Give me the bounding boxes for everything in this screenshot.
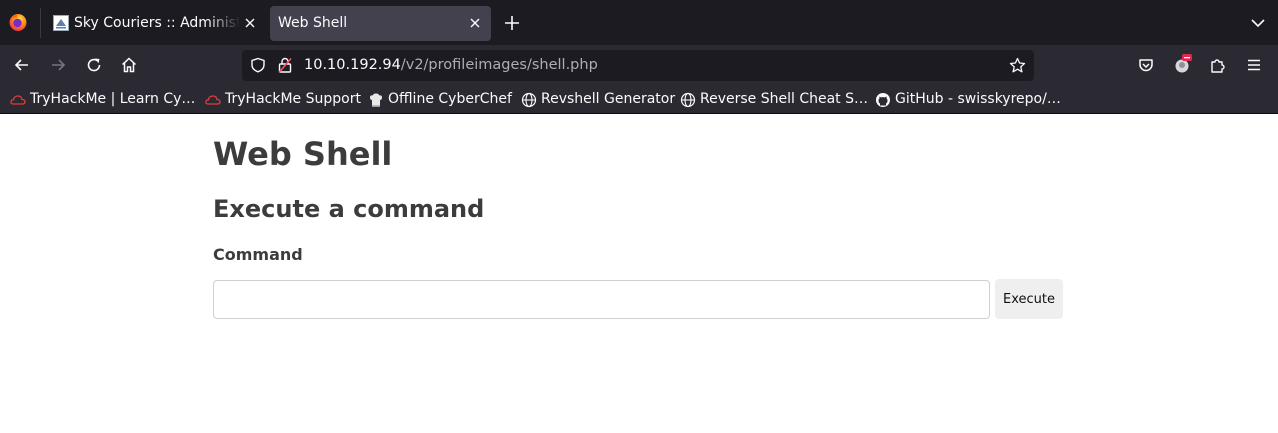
- firefox-logo-icon[interactable]: [8, 12, 28, 32]
- page-content: Web Shell Execute a command Command Exec…: [0, 115, 1278, 433]
- globe-icon: [680, 92, 696, 108]
- section-title: Execute a command: [213, 195, 485, 223]
- extension-account-icon[interactable]: [1173, 53, 1193, 75]
- reload-icon[interactable]: [85, 56, 103, 74]
- command-input[interactable]: [213, 280, 990, 319]
- bookmark-label: GitHub - swisskyrepo/…: [895, 91, 1061, 107]
- tab-web-shell[interactable]: Web Shell: [270, 6, 491, 41]
- bookmarks-toolbar: TryHackMe | Learn Cy… TryHackMe Support …: [0, 85, 1278, 114]
- url-host: 10.10.192.94: [304, 57, 401, 73]
- bookmark-label: Offline CyberChef: [388, 91, 512, 107]
- hamburger-menu-icon[interactable]: [1245, 56, 1263, 74]
- close-tab-icon[interactable]: [467, 15, 483, 31]
- tab-title: Web Shell: [278, 15, 348, 31]
- bookmark-label: Revshell Generator: [541, 91, 676, 107]
- tryhackme-icon: [10, 95, 26, 105]
- globe-icon: [521, 92, 537, 108]
- url-path: /v2/profileimages/shell.php: [400, 57, 598, 73]
- bookmark-label: TryHackMe | Learn Cy…: [30, 91, 196, 107]
- extensions-puzzle-icon[interactable]: [1209, 56, 1227, 74]
- home-icon[interactable]: [120, 56, 138, 74]
- address-bar[interactable]: 10.10.192.94/v2/profileimages/shell.php: [242, 50, 1034, 81]
- page-title: Web Shell: [213, 135, 393, 173]
- execute-button[interactable]: Execute: [995, 279, 1063, 319]
- insecure-lock-icon[interactable]: [278, 57, 292, 73]
- bookmark-label: TryHackMe Support: [225, 91, 361, 107]
- sky-couriers-logo-icon: [53, 15, 69, 31]
- tab-strip: Sky Couriers :: Administra Web Shell: [0, 0, 1278, 45]
- tracking-protection-shield-icon[interactable]: [250, 57, 266, 73]
- forward-arrow-icon[interactable]: [49, 56, 67, 74]
- list-all-tabs-chevron-icon[interactable]: [1249, 14, 1267, 32]
- pocket-icon[interactable]: [1137, 56, 1155, 74]
- tab-separator: [40, 8, 41, 38]
- bookmark-label: Reverse Shell Cheat S…: [700, 91, 868, 107]
- cyberchef-icon: [370, 93, 382, 107]
- new-tab-plus-icon[interactable]: [502, 13, 522, 33]
- tab-title: Sky Couriers :: Administra: [74, 15, 240, 31]
- bookmark-star-icon[interactable]: [1009, 57, 1026, 74]
- url-text[interactable]: 10.10.192.94/v2/profileimages/shell.php: [304, 57, 598, 73]
- navigation-toolbar: 10.10.192.94/v2/profileimages/shell.php: [0, 45, 1278, 85]
- github-icon: [876, 93, 890, 107]
- back-arrow-icon[interactable]: [13, 56, 31, 74]
- tab-sky-couriers[interactable]: Sky Couriers :: Administra: [44, 6, 266, 41]
- close-tab-icon[interactable]: [242, 15, 258, 31]
- tryhackme-icon: [205, 95, 221, 105]
- command-label: Command: [213, 245, 303, 264]
